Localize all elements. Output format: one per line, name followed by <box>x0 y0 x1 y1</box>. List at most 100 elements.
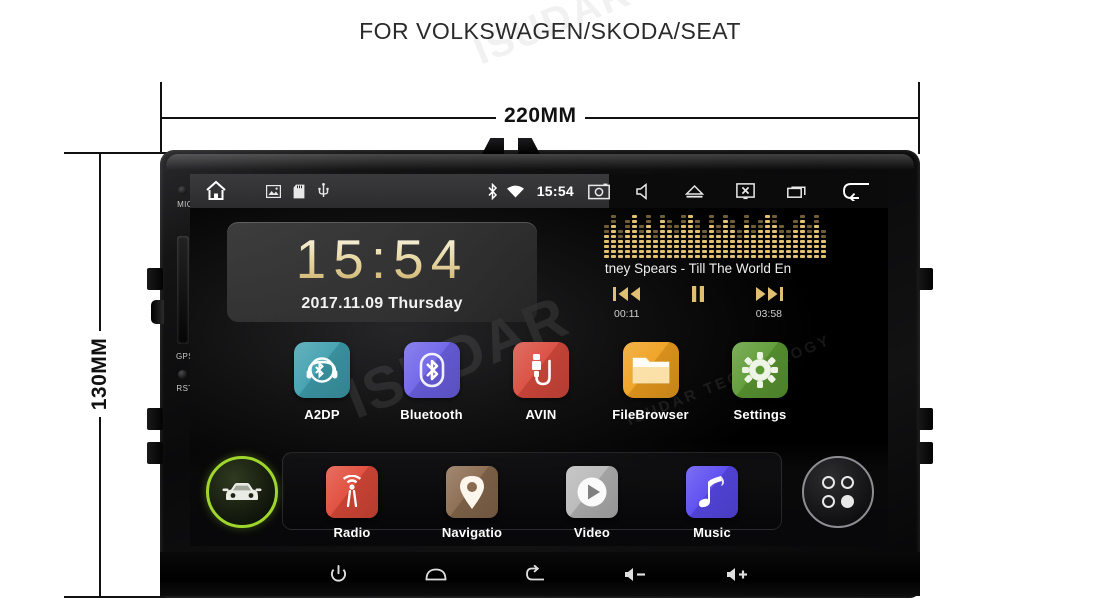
equalizer-bar <box>695 215 700 258</box>
camera-icon[interactable] <box>588 183 610 200</box>
app-item-filebrowser[interactable]: FileBrowser <box>605 342 697 422</box>
reset-hole <box>178 370 187 379</box>
equalizer-bar <box>765 215 770 258</box>
back-button[interactable] <box>525 565 546 583</box>
folder-icon[interactable] <box>622 342 679 398</box>
eject-icon[interactable] <box>685 184 704 199</box>
app-item-settings[interactable]: Settings <box>714 342 806 422</box>
dock-item-radio[interactable]: Radio <box>304 466 400 540</box>
clock-date: 2017.11.09 Thursday <box>301 295 463 312</box>
mounting-tab-top-right <box>518 138 540 154</box>
location-pin-icon[interactable] <box>446 466 498 518</box>
radio-icon[interactable] <box>326 466 378 518</box>
home-button[interactable] <box>425 567 447 582</box>
equalizer-bar <box>639 215 644 258</box>
equalizer-bar <box>618 215 623 258</box>
apps-grid-icon <box>822 476 854 508</box>
equalizer-bar <box>688 215 693 258</box>
mute-speaker-icon[interactable] <box>636 182 653 200</box>
usb-icon[interactable] <box>317 183 330 199</box>
all-apps-button[interactable] <box>802 456 874 528</box>
duration-time: 03:58 <box>755 308 782 320</box>
dim-height-label: 130MM <box>88 331 112 417</box>
apps-dot <box>841 495 854 508</box>
equalizer-bar <box>800 215 805 258</box>
mounting-tab-left-3 <box>147 442 163 464</box>
app-label: AVIN <box>525 407 557 422</box>
touchscreen[interactable]: ISUDAR ISUDAR TECHNOLOGY <box>190 174 888 546</box>
clock-time: 15:54 <box>227 227 537 291</box>
dock-label: Radio <box>333 525 371 540</box>
equalizer-bar <box>681 215 686 258</box>
play-icon[interactable] <box>566 466 618 518</box>
power-button[interactable] <box>330 565 347 583</box>
product-dimension-figure: FOR VOLKSWAGEN/SKODA/SEAT 220MM 130MM MI… <box>0 0 1100 615</box>
volume-up-button[interactable] <box>726 567 750 582</box>
pause-button[interactable] <box>689 284 707 309</box>
next-track-button[interactable] <box>754 284 784 309</box>
mounting-tab-right-1 <box>917 268 933 290</box>
equalizer-bar <box>744 215 749 258</box>
head-unit-device: MIC GPS RST ISUDAR ISUDAR TECHNOLOGY <box>147 138 933 598</box>
apps-dot <box>822 495 835 508</box>
side-knob[interactable] <box>151 300 164 324</box>
a2dp-icon[interactable] <box>294 342 350 398</box>
dim-extension-right <box>918 82 920 154</box>
dim-extension-bottom <box>64 596 174 598</box>
equalizer-bar <box>758 215 763 258</box>
dock-label: Video <box>573 525 611 540</box>
gear-icon[interactable] <box>732 342 788 398</box>
equalizer-bar <box>751 215 756 258</box>
dim-width-label: 220MM <box>496 104 585 128</box>
equalizer-bar <box>611 215 616 258</box>
back-arrow-icon[interactable] <box>842 181 872 201</box>
car-mode-button[interactable] <box>206 456 278 528</box>
dock-item-music[interactable]: Music <box>664 466 760 540</box>
music-note-icon[interactable] <box>686 466 738 518</box>
equalizer-bar <box>807 215 812 258</box>
equalizer-bar <box>660 215 665 258</box>
bluetooth-icon <box>487 182 498 200</box>
equalizer-bar <box>793 215 798 258</box>
app-item-bluetooth[interactable]: Bluetooth <box>386 342 478 422</box>
hardware-button-bar <box>160 552 920 596</box>
equalizer-bar <box>653 215 658 258</box>
equalizer-bar <box>709 215 714 258</box>
app-label: A2DP <box>304 407 340 422</box>
gallery-icon[interactable] <box>266 184 281 198</box>
dock-label: Navigatio <box>441 525 503 540</box>
status-bar-clock: 15:54 <box>536 183 574 199</box>
app-label: FileBrowser <box>612 407 689 422</box>
equalizer-bar <box>604 215 609 258</box>
sdcard-icon[interactable] <box>293 184 305 199</box>
clock-widget[interactable]: 15:54 2017.11.09 Thursday <box>227 222 537 322</box>
app-grid: A2DP Bluetooth AVIN FileBrowser Settings <box>276 342 806 422</box>
app-item-avin[interactable]: AVIN <box>495 342 587 422</box>
dock-item-navigation[interactable]: Navigatio <box>424 466 520 540</box>
equalizer-bar <box>814 215 819 258</box>
dock-item-video[interactable]: Video <box>544 466 640 540</box>
equalizer-bar <box>674 215 679 258</box>
dim-extension-top <box>64 152 174 154</box>
bezel-gloss <box>166 154 914 170</box>
equalizer-bar <box>737 215 742 258</box>
recent-apps-icon[interactable] <box>787 184 808 198</box>
mounting-tab-left-1 <box>147 268 163 290</box>
elapsed-time: 00:11 <box>614 308 640 320</box>
volume-down-button[interactable] <box>624 567 648 582</box>
android-status-bar: 15:54 <box>190 174 888 208</box>
equalizer-bar <box>786 215 791 258</box>
equalizer-visualizer <box>604 215 826 258</box>
previous-track-button[interactable] <box>612 284 642 309</box>
equalizer-bar <box>625 215 630 258</box>
dock-bar: Radio Navigatio Video Music <box>190 442 888 546</box>
app-item-a2dp[interactable]: A2DP <box>276 342 368 422</box>
music-widget[interactable]: tney Spears - Till The World En 00:11 03… <box>588 215 826 328</box>
screen-off-icon[interactable] <box>736 182 755 200</box>
bluetooth-icon[interactable] <box>403 342 460 398</box>
apps-dot <box>822 476 835 489</box>
avin-icon[interactable] <box>513 342 569 398</box>
equalizer-bar <box>632 215 637 258</box>
home-icon[interactable] <box>204 180 228 202</box>
equalizer-bar <box>716 215 721 258</box>
